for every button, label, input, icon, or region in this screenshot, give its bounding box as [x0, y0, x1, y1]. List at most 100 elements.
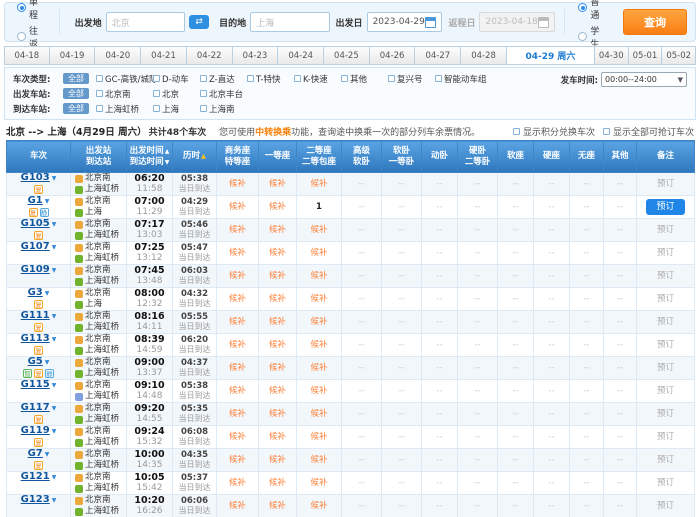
- column-header[interactable]: 软座: [498, 141, 534, 173]
- waitlist-link[interactable]: 候补: [269, 271, 286, 281]
- column-header[interactable]: 车次: [7, 141, 71, 173]
- seat-availability-cell[interactable]: 候补: [259, 495, 297, 517]
- seat-availability-cell[interactable]: 候补: [297, 472, 342, 495]
- waitlist-link[interactable]: 候补: [269, 202, 286, 212]
- waitlist-link[interactable]: 候补: [269, 248, 286, 258]
- seat-availability-cell[interactable]: 候补: [259, 334, 297, 357]
- seat-availability-cell[interactable]: 候补: [217, 173, 259, 196]
- seat-availability-cell[interactable]: 候补: [217, 449, 259, 472]
- waitlist-link[interactable]: 候补: [229, 386, 246, 396]
- seat-availability-cell[interactable]: 候补: [259, 357, 297, 380]
- column-header[interactable]: 高级软卧: [342, 141, 382, 173]
- chevron-down-icon[interactable]: ▼: [52, 428, 57, 435]
- seat-availability-cell[interactable]: 候补: [217, 265, 259, 288]
- train-number-link[interactable]: G7: [28, 448, 43, 459]
- chevron-down-icon[interactable]: ▼: [52, 497, 57, 504]
- from-station-input[interactable]: 北京: [106, 12, 185, 32]
- waitlist-link[interactable]: 候补: [269, 294, 286, 304]
- seat-availability-cell[interactable]: 候补: [297, 426, 342, 449]
- waitlist-link[interactable]: 候补: [229, 271, 246, 281]
- column-header[interactable]: 动卧: [422, 141, 458, 173]
- train-number-link[interactable]: G111: [21, 310, 50, 321]
- seat-availability-cell[interactable]: 候补: [217, 334, 259, 357]
- radio-on-icon[interactable]: [17, 3, 26, 12]
- date-tab-04-29[interactable]: 04-29 周六: [507, 46, 595, 65]
- waitlist-link[interactable]: 候补: [229, 317, 246, 327]
- seat-availability-cell[interactable]: 候补: [217, 380, 259, 403]
- filter-option[interactable]: 上海南: [200, 103, 247, 115]
- waitlist-link[interactable]: 候补: [269, 478, 286, 488]
- waitlist-link[interactable]: 候补: [310, 432, 327, 442]
- waitlist-link[interactable]: 候补: [310, 179, 327, 189]
- radio-on-icon[interactable]: [578, 3, 587, 12]
- waitlist-link[interactable]: 候补: [310, 317, 327, 327]
- waitlist-link[interactable]: 候补: [229, 179, 246, 189]
- filter-option[interactable]: Z-直达: [200, 73, 247, 85]
- checkbox-icon[interactable]: [200, 105, 207, 112]
- seat-availability-cell[interactable]: 候补: [259, 380, 297, 403]
- seat-availability-cell[interactable]: 候补: [297, 173, 342, 196]
- chevron-down-icon[interactable]: ▼: [52, 474, 57, 481]
- radio-off-icon[interactable]: [17, 32, 26, 41]
- seat-availability-cell[interactable]: 候补: [217, 288, 259, 311]
- train-number-link[interactable]: G115: [21, 379, 50, 390]
- checkbox-icon[interactable]: [200, 90, 207, 97]
- filter-option[interactable]: 上海虹桥: [96, 103, 153, 115]
- column-header[interactable]: 商务座特等座: [217, 141, 259, 173]
- column-header[interactable]: 一等座: [259, 141, 297, 173]
- filter-option[interactable]: T-特快: [247, 73, 294, 85]
- book-button[interactable]: 预订: [646, 199, 684, 216]
- seat-availability-cell[interactable]: 候补: [217, 219, 259, 242]
- column-header[interactable]: 硬座: [534, 141, 570, 173]
- chevron-down-icon[interactable]: ▼: [52, 221, 57, 228]
- seat-availability-cell[interactable]: 候补: [259, 173, 297, 196]
- checkbox-icon[interactable]: [247, 75, 254, 82]
- seat-availability-cell[interactable]: 候补: [297, 265, 342, 288]
- waitlist-link[interactable]: 候补: [269, 225, 286, 235]
- seat-availability-cell[interactable]: 候补: [297, 403, 342, 426]
- waitlist-link[interactable]: 候补: [229, 455, 246, 465]
- to-station-input[interactable]: 上海: [250, 12, 329, 32]
- column-header[interactable]: 软卧一等卧: [382, 141, 422, 173]
- checkbox-icon[interactable]: [200, 75, 207, 82]
- checkbox-icon[interactable]: [435, 75, 442, 82]
- waitlist-link[interactable]: 候补: [229, 294, 246, 304]
- filter-option[interactable]: 智能动车组: [435, 73, 482, 85]
- checkbox-icon[interactable]: [603, 128, 610, 135]
- waitlist-link[interactable]: 候补: [269, 340, 286, 350]
- train-number-link[interactable]: G105: [21, 218, 50, 229]
- waitlist-link[interactable]: 候补: [229, 340, 246, 350]
- seat-availability-cell[interactable]: 候补: [297, 242, 342, 265]
- points-exchange-checkbox[interactable]: 显示积分兑换车次: [513, 125, 595, 138]
- column-header[interactable]: 无座: [570, 141, 604, 173]
- checkbox-icon[interactable]: [153, 105, 160, 112]
- seat-availability-cell[interactable]: 候补: [259, 219, 297, 242]
- show-all-bookable-checkbox[interactable]: 显示全部可抢订车次: [603, 125, 694, 138]
- waitlist-link[interactable]: 候补: [310, 386, 327, 396]
- train-number-link[interactable]: G3: [28, 287, 43, 298]
- radio-off-icon[interactable]: [578, 32, 587, 41]
- train-number-link[interactable]: G107: [21, 241, 50, 252]
- seat-availability-cell[interactable]: 候补: [297, 311, 342, 334]
- filter-all-button[interactable]: 全部: [63, 88, 89, 99]
- chevron-down-icon[interactable]: ▼: [52, 313, 57, 320]
- date-tab-04-19[interactable]: 04-19: [50, 46, 96, 65]
- seat-availability-cell[interactable]: 候补: [217, 196, 259, 219]
- train-number-link[interactable]: G121: [21, 471, 50, 482]
- waitlist-link[interactable]: 候补: [229, 501, 246, 511]
- column-header[interactable]: 出发时间▲到达时间▼: [127, 141, 173, 173]
- chevron-down-icon[interactable]: ▼: [52, 405, 57, 412]
- filter-option[interactable]: 北京丰台: [200, 88, 247, 100]
- column-header[interactable]: 硬卧二等卧: [458, 141, 498, 173]
- seat-availability-cell[interactable]: 候补: [217, 357, 259, 380]
- waitlist-link[interactable]: 候补: [269, 179, 286, 189]
- filter-all-button[interactable]: 全部: [63, 103, 89, 114]
- depart-date-input[interactable]: 2023-04-29: [367, 12, 443, 32]
- seat-availability-cell[interactable]: 候补: [297, 449, 342, 472]
- seat-availability-cell[interactable]: 候补: [259, 311, 297, 334]
- date-tab-04-20[interactable]: 04-20: [95, 46, 141, 65]
- waitlist-link[interactable]: 候补: [269, 386, 286, 396]
- waitlist-link[interactable]: 候补: [310, 478, 327, 488]
- filter-option[interactable]: 北京南: [96, 88, 153, 100]
- train-number-link[interactable]: G1: [28, 195, 43, 206]
